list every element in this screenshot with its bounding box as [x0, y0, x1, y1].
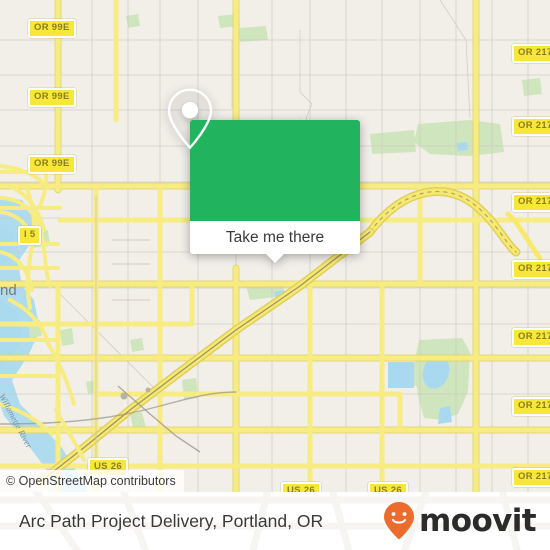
route-shield-or217-3[interactable]: OR 217	[512, 193, 550, 212]
route-shield-or99e-2[interactable]: OR 99E	[28, 88, 76, 107]
route-shield-or217-5[interactable]: OR 217	[512, 328, 550, 347]
map-pin-icon	[167, 88, 213, 149]
footer-bar: Arc Path Project Delivery, Portland, OR …	[0, 492, 550, 550]
route-shield-or99e-3[interactable]: OR 99E	[28, 155, 76, 174]
route-shield-i5[interactable]: I 5	[18, 226, 42, 245]
route-shield-or217-6[interactable]: OR 217	[512, 397, 550, 416]
route-shield-or217-2[interactable]: OR 217	[512, 117, 550, 136]
route-shield-us26-3[interactable]: US 26	[368, 482, 408, 492]
take-me-there-button[interactable]: Take me there	[190, 221, 360, 263]
page-title: Arc Path Project Delivery, Portland, OR	[19, 511, 324, 531]
route-shield-or99e-1[interactable]: OR 99E	[28, 19, 76, 38]
take-me-there-label: Take me there	[225, 229, 325, 246]
route-shield-or217-7[interactable]: OR 217	[512, 468, 550, 487]
route-shield-or217-4[interactable]: OR 217	[512, 260, 550, 279]
moovit-logo-pin-icon	[384, 502, 415, 540]
map-attribution[interactable]: © OpenStreetMap contributors	[0, 470, 184, 492]
moovit-wordmark: moovit	[419, 502, 537, 539]
popup-icon-panel	[167, 88, 360, 221]
moovit-brand[interactable]: moovit	[383, 492, 537, 550]
moovit-map-screenshot: nd Willamette River OR 99E OR 99E OR 99E…	[0, 0, 550, 550]
route-shield-or217-1[interactable]: OR 217	[512, 44, 550, 63]
popup-pointer	[266, 254, 284, 263]
location-popup-card[interactable]: Take me there	[167, 88, 360, 263]
map-place-label: nd	[0, 282, 17, 299]
route-shield-us26-2[interactable]: US 26	[281, 482, 321, 492]
map-canvas[interactable]: nd Willamette River OR 99E OR 99E OR 99E…	[0, 0, 550, 492]
